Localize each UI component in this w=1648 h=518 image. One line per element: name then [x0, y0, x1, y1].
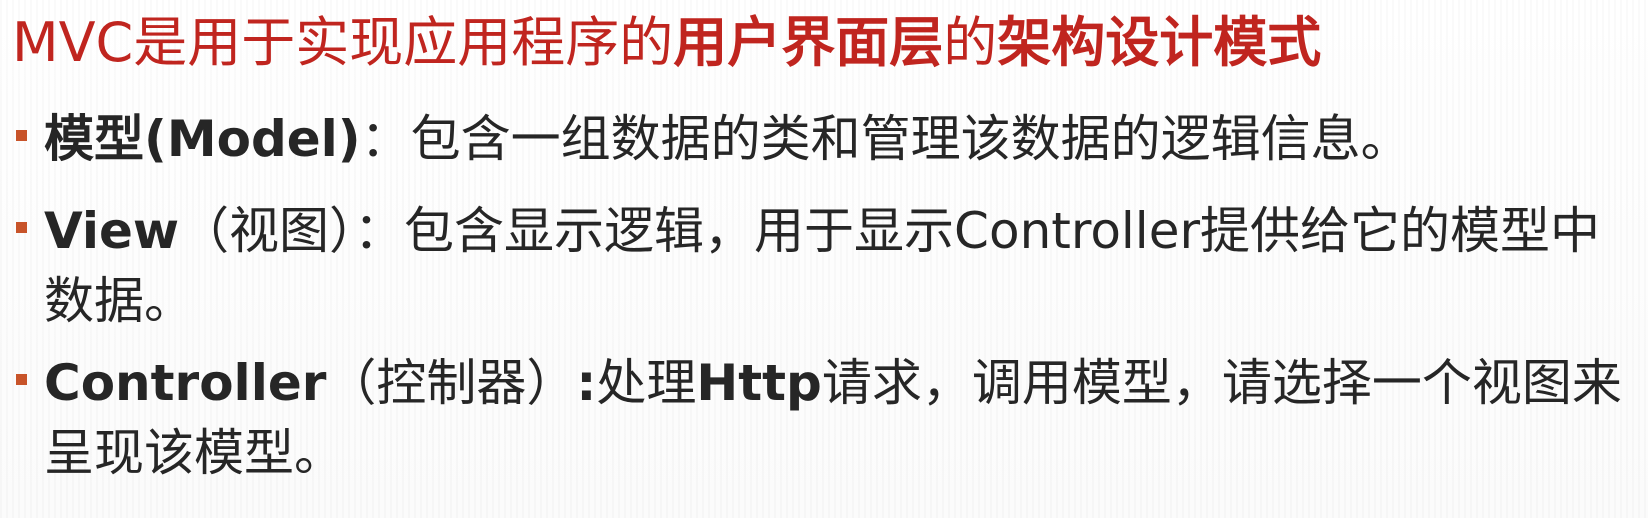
- bullet-term: View: [44, 202, 180, 260]
- bullet-description-b: 处理: [596, 354, 697, 412]
- bullet-text: View（视图）：包含显示逻辑，用于显示Controller提供给它的模型中数据…: [44, 196, 1624, 336]
- title-part-1: MVC是用于实现应用程序的: [12, 11, 674, 74]
- bullet-marker-icon: [16, 130, 27, 141]
- bullet-marker-icon: [16, 222, 27, 233]
- bullet-colon: :: [576, 354, 597, 412]
- bullet-text: Controller（控制器）:处理Http请求，调用模型，请选择一个视图来呈现…: [44, 348, 1624, 488]
- title-part-4: 架构设计模式: [997, 11, 1322, 74]
- slide: MVC是用于实现应用程序的用户界面层的架构设计模式 模型(Model)：包含一组…: [0, 0, 1648, 518]
- title-part-2: 用户界面层: [673, 11, 944, 74]
- title-part-3: 的: [943, 11, 998, 74]
- bullet-term: Controller: [44, 354, 327, 412]
- bullet-description: ：包含一组数据的类和管理该数据的逻辑信息。: [360, 110, 1411, 168]
- bullet-http-term: Http: [696, 354, 822, 412]
- bullet-marker-icon: [16, 374, 27, 385]
- bullet-description: （视图）：包含显示逻辑，用于显示Controller提供给它的模型中数据。: [44, 202, 1601, 330]
- bullet-description-a: （控制器）: [326, 354, 577, 412]
- bullet-term: 模型(Model): [44, 110, 361, 168]
- bullet-text: 模型(Model)：包含一组数据的类和管理该数据的逻辑信息。: [44, 104, 1624, 174]
- slide-title: MVC是用于实现应用程序的用户界面层的架构设计模式: [12, 6, 1321, 80]
